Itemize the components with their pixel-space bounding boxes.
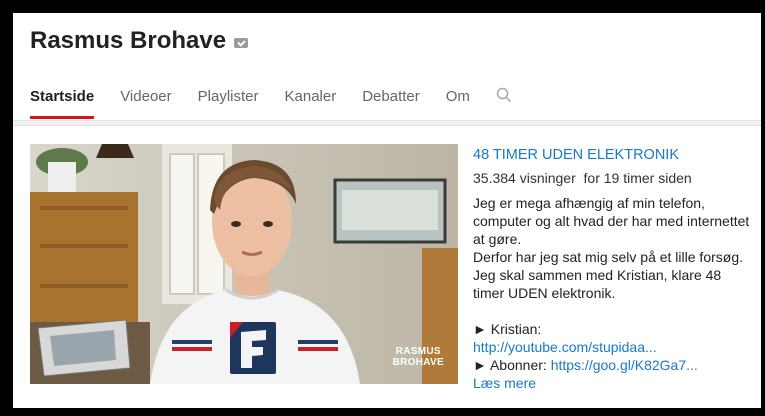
- video-meta: 35.384 visninger for 19 timer siden: [473, 168, 753, 188]
- featured-section: RASMUS BROHAVE 48 TIMER UDEN ELEKTRONIK …: [13, 125, 761, 408]
- verified-badge-icon: [234, 38, 249, 48]
- tab-videoer[interactable]: Videoer: [120, 87, 171, 119]
- channel-name[interactable]: Rasmus Brohave: [30, 27, 226, 55]
- watermark-line-2: BROHAVE: [392, 357, 444, 368]
- video-player[interactable]: RASMUS BROHAVE: [30, 144, 458, 384]
- description-paragraph-2: Derfor har jeg sat mig selv på et lille …: [473, 249, 743, 301]
- channel-tabs: Startside Videoer Playlister Kanaler Deb…: [30, 87, 512, 120]
- subscribe-link[interactable]: https://goo.gl/K82Ga7...: [551, 357, 698, 373]
- link-label-abonner: ► Abonner:: [473, 357, 547, 373]
- tab-kanaler[interactable]: Kanaler: [285, 87, 337, 119]
- video-description: Jeg er mega afhængig af min telefon, com…: [473, 194, 753, 374]
- tab-playlister[interactable]: Playlister: [198, 87, 259, 119]
- link-label-kristian: ► Kristian:: [473, 321, 542, 337]
- tab-om[interactable]: Om: [446, 87, 470, 119]
- read-more-link[interactable]: Læs mere: [473, 374, 753, 392]
- channel-header: Rasmus Brohave Startside Videoer Playlis…: [13, 13, 761, 121]
- kristian-channel-link[interactable]: http://youtube.com/stupidaa...: [473, 339, 657, 355]
- upload-age: for 19 timer siden: [583, 170, 692, 186]
- tab-startside[interactable]: Startside: [30, 87, 95, 119]
- channel-title: Rasmus Brohave: [30, 27, 249, 55]
- video-title-link[interactable]: 48 TIMER UDEN ELEKTRONIK: [473, 146, 753, 165]
- video-info: 48 TIMER UDEN ELEKTRONIK 35.384 visninge…: [473, 146, 753, 392]
- search-icon[interactable]: [496, 87, 512, 103]
- channel-watermark: RASMUS BROHAVE: [393, 346, 444, 368]
- watermark-line-1: RASMUS: [395, 346, 441, 357]
- channel-page: Rasmus Brohave Startside Videoer Playlis…: [13, 13, 761, 408]
- description-paragraph-1: Jeg er mega afhængig af min telefon, com…: [473, 195, 750, 247]
- view-count: 35.384 visninger: [473, 170, 576, 186]
- tab-debatter[interactable]: Debatter: [362, 87, 420, 119]
